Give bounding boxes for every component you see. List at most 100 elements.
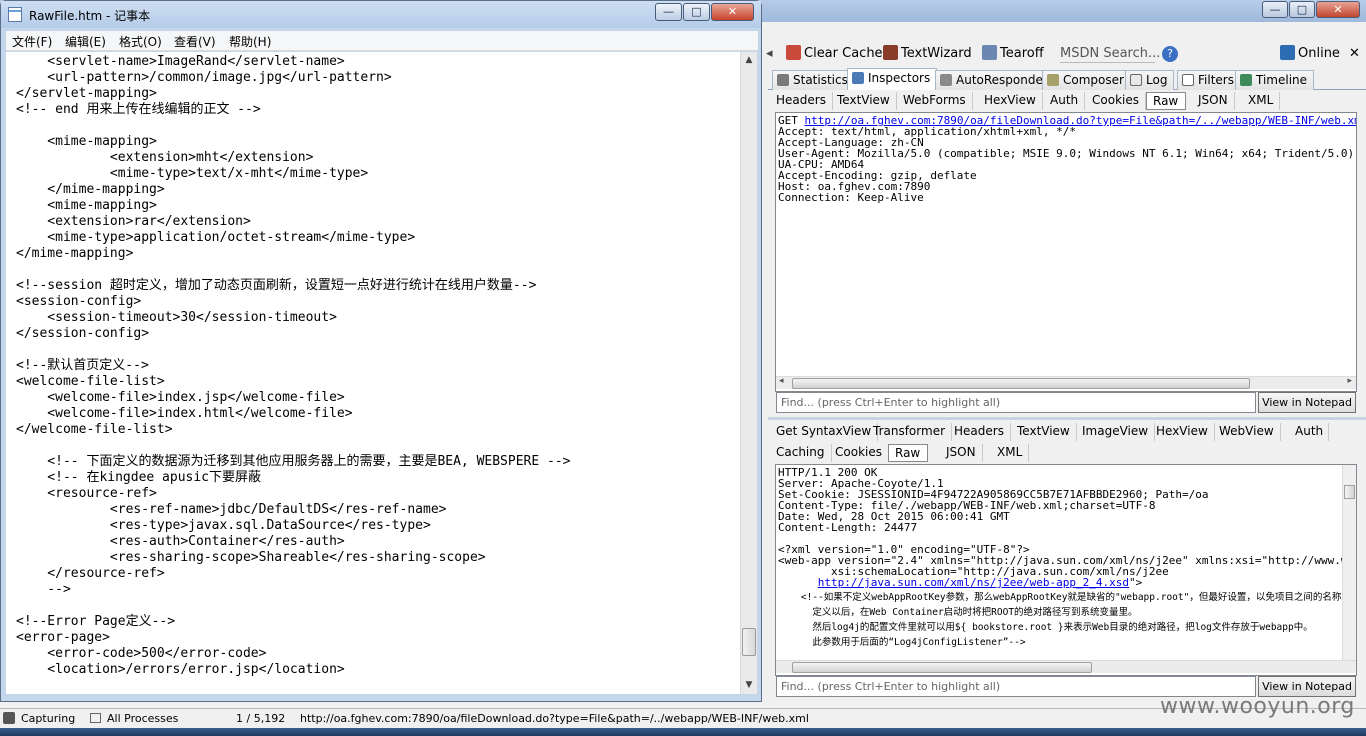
process-filter[interactable]: All Processes <box>90 712 178 725</box>
request-hscrollbar[interactable]: ◂ ▸ <box>776 376 1356 389</box>
menu-format[interactable]: 格式(O) <box>119 33 162 50</box>
fiddler-maximize-button[interactable]: □ <box>1289 1 1315 18</box>
notepad-maximize-button[interactable]: □ <box>683 3 710 21</box>
response-vscroll-thumb[interactable] <box>1344 485 1355 499</box>
textwizard-label: TextWizard <box>901 46 972 61</box>
fiddler-main-tabs: Statistics Inspectors AutoResponder Comp… <box>768 68 1366 90</box>
help-icon[interactable]: ? <box>1162 46 1178 62</box>
request-view-in-notepad-button[interactable]: View in Notepad <box>1258 392 1356 413</box>
notepad-menubar: 文件(F) 编辑(E) 格式(O) 查看(V) 帮助(H) <box>6 31 758 51</box>
tearoff-label: Tearoff <box>1000 46 1044 61</box>
notepad-app-icon[interactable] <box>8 7 22 22</box>
watermark: www.wooyun.org <box>1160 694 1355 719</box>
online-label: Online <box>1298 46 1340 61</box>
request-find-input[interactable]: Find... (press Ctrl+Enter to highlight a… <box>776 392 1256 413</box>
response-hscrollbar[interactable] <box>776 660 1356 673</box>
statistics-icon <box>777 74 789 86</box>
tab-inspectors[interactable]: Inspectors <box>847 68 938 90</box>
response-inspector-tabs-row2: Caching Cookies Raw JSON XML <box>768 442 1366 463</box>
composer-icon <box>1047 74 1059 86</box>
resp-tab-headers[interactable]: Headers <box>948 423 1011 441</box>
tab-statistics[interactable]: Statistics <box>772 70 855 90</box>
scroll-right-arrow-icon[interactable]: ▸ <box>1347 376 1352 386</box>
req-tab-xml[interactable]: XML <box>1242 92 1281 110</box>
response-hscroll-thumb[interactable] <box>792 662 1092 673</box>
resp-tab-webview[interactable]: WebView <box>1213 423 1281 441</box>
resp-tab-caching[interactable]: Caching <box>770 444 832 462</box>
textwizard-icon <box>883 45 898 60</box>
resp-tab-hexview[interactable]: HexView <box>1150 423 1215 441</box>
req-tab-json[interactable]: JSON <box>1192 92 1235 110</box>
tab-filters[interactable]: Filters <box>1177 70 1241 90</box>
resp-tab-cookies[interactable]: Cookies <box>829 444 889 462</box>
request-headers-text: Accept: text/html, application/xhtml+xml… <box>778 125 1355 204</box>
req-tab-auth[interactable]: Auth <box>1044 92 1086 110</box>
tab-autoresponder[interactable]: AutoResponder <box>935 70 1055 90</box>
inspectors-icon <box>852 72 864 84</box>
toolbar-close-icon[interactable]: ✕ <box>1349 45 1360 63</box>
tearoff-button[interactable]: Tearoff <box>982 45 1044 63</box>
resp-tab-syntaxview[interactable]: Get SyntaxView <box>770 423 879 441</box>
resp-tab-raw[interactable]: Raw <box>888 444 928 462</box>
response-comment-text: <!--如果不定义webAppRootKey参数，那么webAppRootKey… <box>800 592 1357 648</box>
process-filter-label: All Processes <box>107 712 179 725</box>
notepad-vscrollbar[interactable]: ▲ ▼ <box>740 52 757 694</box>
notepad-close-button[interactable]: ✕ <box>711 3 754 21</box>
scroll-left-arrow-icon[interactable]: ◂ <box>779 376 784 386</box>
clear-cache-button[interactable]: Clear Cache <box>786 45 883 63</box>
notepad-minimize-button[interactable]: — <box>655 3 682 21</box>
log-icon <box>1130 74 1142 86</box>
tab-timeline[interactable]: Timeline <box>1235 70 1315 90</box>
menu-help[interactable]: 帮助(H) <box>229 33 271 50</box>
notepad-vscroll-thumb[interactable] <box>742 628 756 656</box>
online-indicator[interactable]: Online <box>1280 45 1340 63</box>
filters-checkbox-icon <box>1182 74 1194 86</box>
textwizard-button[interactable]: TextWizard <box>883 45 972 63</box>
msdn-search-input[interactable]: MSDN Search... <box>1060 45 1160 63</box>
fiddler-minimize-button[interactable]: — <box>1262 1 1288 18</box>
tab-statistics-label: Statistics <box>793 73 848 87</box>
fiddler-toolbar: ◂ Clear Cache TextWizard Tearoff MSDN Se… <box>762 42 1366 66</box>
resp-tab-transformer[interactable]: Transformer <box>867 423 953 441</box>
response-raw-pane[interactable]: HTTP/1.1 200 OK Server: Apache-Coyote/1.… <box>775 464 1357 676</box>
resp-tab-xml[interactable]: XML <box>991 444 1030 462</box>
scroll-down-arrow-icon[interactable]: ▼ <box>741 677 757 693</box>
request-raw-pane[interactable]: GET http://oa.fghev.com:7890/oa/fileDown… <box>775 112 1357 392</box>
process-filter-icon <box>90 713 101 723</box>
tab-log[interactable]: Log <box>1125 70 1175 90</box>
notepad-text-area[interactable]: <servlet-name>ImageRand</servlet-name> <… <box>6 52 740 694</box>
resp-tab-textview[interactable]: TextView <box>1011 423 1077 441</box>
req-tab-textview[interactable]: TextView <box>831 92 897 110</box>
toolbar-overflow-arrow[interactable]: ◂ <box>766 45 773 63</box>
tab-composer[interactable]: Composer <box>1042 70 1131 90</box>
resp-tab-auth[interactable]: Auth <box>1289 423 1329 441</box>
capturing-label: Capturing <box>21 712 76 725</box>
clear-cache-icon <box>786 45 801 60</box>
tab-composer-label: Composer <box>1063 73 1124 87</box>
req-tab-webforms[interactable]: WebForms <box>897 92 973 110</box>
inspector-splitter[interactable] <box>768 417 1366 420</box>
menu-edit[interactable]: 编辑(E) <box>65 33 106 50</box>
notepad-titlebar[interactable]: RawFile.htm - 记事本 — □ ✕ <box>1 1 761 28</box>
response-vscrollbar[interactable] <box>1342 465 1356 660</box>
windows-taskbar <box>0 728 1366 736</box>
fiddler-close-button[interactable]: ✕ <box>1316 1 1360 18</box>
request-hscroll-thumb[interactable] <box>792 378 1250 389</box>
notepad-content: <servlet-name>ImageRand</servlet-name> <… <box>16 54 571 677</box>
response-xsd-link[interactable]: http://java.sun.com/xml/ns/j2ee/web-app_… <box>818 576 1129 589</box>
tab-autoresponder-label: AutoResponder <box>956 73 1048 87</box>
resp-tab-json[interactable]: JSON <box>940 444 983 462</box>
scroll-up-arrow-icon[interactable]: ▲ <box>741 52 757 68</box>
tab-filters-label: Filters <box>1198 73 1234 87</box>
menu-file[interactable]: 文件(F) <box>12 33 52 50</box>
req-tab-cookies[interactable]: Cookies <box>1086 92 1146 110</box>
resp-tab-imageview[interactable]: ImageView <box>1076 423 1156 441</box>
req-tab-raw[interactable]: Raw <box>1146 92 1186 110</box>
menu-view[interactable]: 查看(V) <box>174 33 216 50</box>
req-tab-headers[interactable]: Headers <box>770 92 833 110</box>
req-tab-hexview[interactable]: HexView <box>978 92 1043 110</box>
response-inspector-tabs-row1: Get SyntaxView Transformer Headers TextV… <box>768 421 1366 442</box>
tearoff-icon <box>982 45 997 60</box>
capturing-toggle[interactable]: Capturing <box>3 712 75 725</box>
notepad-window: RawFile.htm - 记事本 — □ ✕ 文件(F) 编辑(E) 格式(O… <box>0 0 762 702</box>
